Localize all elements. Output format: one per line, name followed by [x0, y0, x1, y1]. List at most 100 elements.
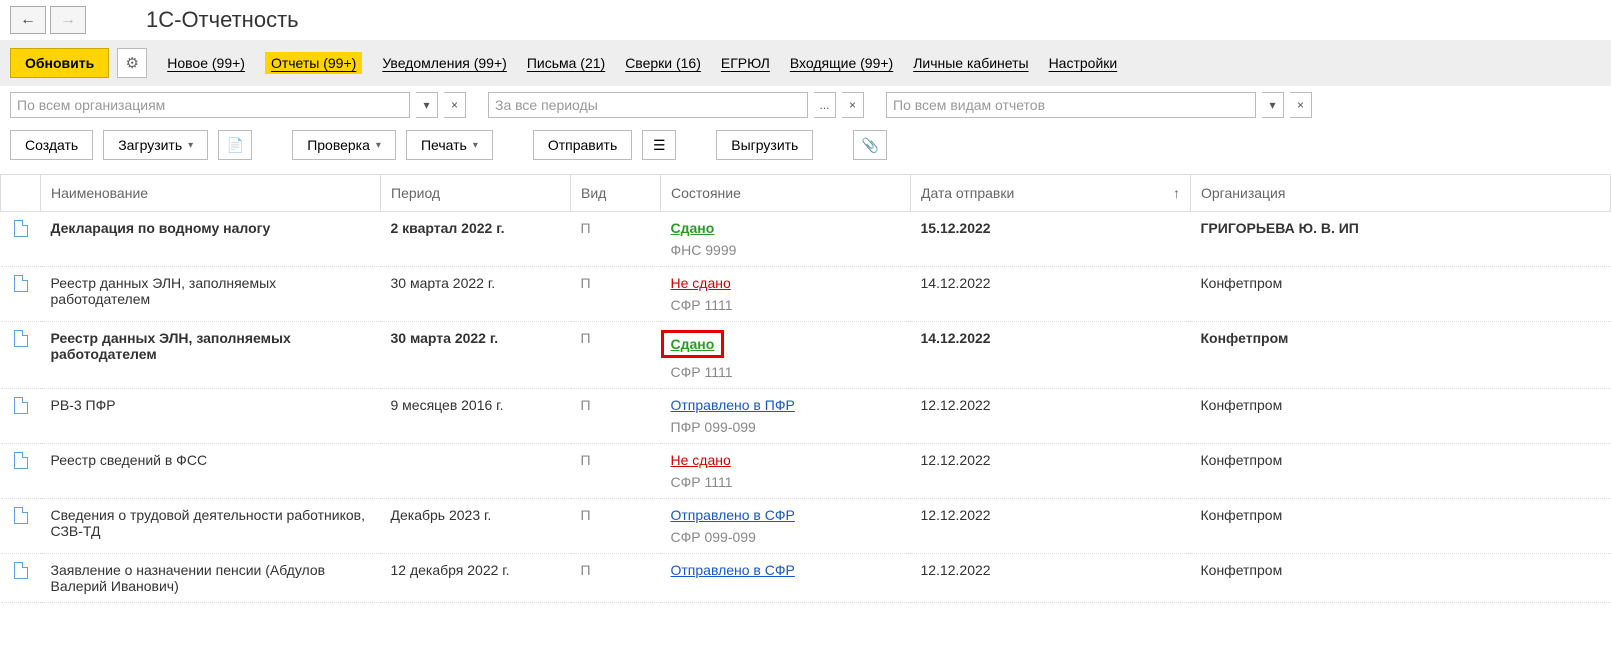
print-button[interactable]: Печать ▾ [406, 130, 493, 160]
cell-name: Заявление о назначении пенсии (Абдулов В… [41, 554, 381, 603]
gear-button[interactable]: ⚙ [117, 48, 147, 78]
cell-kind: П [571, 389, 661, 444]
tab-settings[interactable]: Настройки [1049, 55, 1118, 71]
cell-org: Конфетпром [1191, 389, 1611, 444]
cell-org: Конфетпром [1191, 444, 1611, 499]
cell-date: 12.12.2022 [911, 554, 1191, 603]
cell-name: Реестр сведений в ФСС [41, 444, 381, 499]
highlight-box: Сдано [661, 330, 725, 358]
status-link[interactable]: Сдано [671, 220, 715, 236]
filter-org-dropdown[interactable]: ▾ [416, 92, 438, 118]
back-button[interactable]: ← [10, 6, 46, 34]
status-sub: ФНС 9999 [671, 242, 901, 258]
document-icon [14, 330, 28, 347]
status-link[interactable]: Отправлено в ПФР [671, 397, 795, 413]
cell-name: Реестр данных ЭЛН, заполняемых работодат… [41, 267, 381, 322]
check-button[interactable]: Проверка ▾ [292, 130, 396, 160]
send-button[interactable]: Отправить [533, 130, 632, 160]
cell-status: Сдано СФР 1111 [661, 322, 911, 389]
col-org[interactable]: Организация [1191, 175, 1611, 212]
col-date[interactable]: Дата отправки ↑ [911, 175, 1191, 212]
document-icon [14, 275, 28, 292]
tab-incoming[interactable]: Входящие (99+) [790, 55, 893, 71]
status-sub: ПФР 099-099 [671, 419, 901, 435]
cell-status: Не сданоСФР 1111 [661, 267, 911, 322]
tab-reports[interactable]: Отчеты (99+) [265, 52, 362, 74]
status-link[interactable]: Отправлено в СФР [671, 507, 795, 523]
status-link[interactable]: Сдано [671, 336, 715, 352]
cell-org: Конфетпром [1191, 267, 1611, 322]
filter-period[interactable]: За все периоды [488, 92, 808, 118]
cell-org: Конфетпром [1191, 322, 1611, 389]
file-icon: 📄 [226, 137, 243, 154]
cell-name: Декларация по водному налогу [41, 212, 381, 267]
cell-org: Конфетпром [1191, 499, 1611, 554]
col-date-label: Дата отправки [921, 185, 1014, 201]
filter-org-clear[interactable]: × [444, 92, 466, 118]
col-status[interactable]: Состояние [661, 175, 911, 212]
table-row[interactable]: Реестр сведений в ФССПНе сданоСФР 111112… [1, 444, 1611, 499]
table-row[interactable]: Реестр данных ЭЛН, заполняемых работодат… [1, 267, 1611, 322]
refresh-button[interactable]: Обновить [10, 48, 109, 78]
table-row[interactable]: Декларация по водному налогу2 квартал 20… [1, 212, 1611, 267]
chevron-down-icon: ▾ [376, 140, 381, 151]
filter-type[interactable]: По всем видам отчетов [886, 92, 1256, 118]
sort-asc-icon: ↑ [1173, 185, 1180, 201]
cell-kind: П [571, 322, 661, 389]
cell-name: РВ-3 ПФР [41, 389, 381, 444]
status-link[interactable]: Не сдано [671, 275, 731, 291]
cell-org: Конфетпром [1191, 554, 1611, 603]
cell-status: Отправлено в ПФР ПФР 099-099 [661, 389, 911, 444]
tab-notifications[interactable]: Уведомления (99+) [382, 55, 507, 71]
col-period[interactable]: Период [381, 175, 571, 212]
tab-cabinets[interactable]: Личные кабинеты [913, 55, 1028, 71]
forward-button[interactable]: → [50, 6, 86, 34]
col-name[interactable]: Наименование [41, 175, 381, 212]
list-button[interactable]: ☰ [642, 130, 676, 160]
chevron-down-icon: ▾ [188, 140, 193, 151]
filter-type-dropdown[interactable]: ▾ [1262, 92, 1284, 118]
cell-period: 30 марта 2022 г. [381, 267, 571, 322]
filter-org[interactable]: По всем организациям [10, 92, 410, 118]
status-link[interactable]: Не сдано [671, 452, 731, 468]
cell-date: 12.12.2022 [911, 499, 1191, 554]
col-kind[interactable]: Вид [571, 175, 661, 212]
cell-date: 12.12.2022 [911, 444, 1191, 499]
cell-period: Декабрь 2023 г. [381, 499, 571, 554]
tab-new[interactable]: Новое (99+) [167, 55, 245, 71]
file-button[interactable]: 📄 [218, 130, 252, 160]
table-row[interactable]: РВ-3 ПФР9 месяцев 2016 г.ПОтправлено в П… [1, 389, 1611, 444]
tab-reconciliations[interactable]: Сверки (16) [625, 55, 701, 71]
col-icon[interactable] [1, 175, 41, 212]
paperclip-icon: 📎 [862, 137, 879, 154]
cell-date: 15.12.2022 [911, 212, 1191, 267]
tab-letters[interactable]: Письма (21) [527, 55, 605, 71]
list-icon: ☰ [653, 137, 666, 154]
cell-period: 2 квартал 2022 г. [381, 212, 571, 267]
status-link[interactable]: Отправлено в СФР [671, 562, 795, 578]
check-label: Проверка [307, 137, 370, 153]
filter-type-clear[interactable]: × [1290, 92, 1312, 118]
document-icon [14, 397, 28, 414]
filter-period-clear[interactable]: × [842, 92, 864, 118]
table-row[interactable]: Реестр данных ЭЛН, заполняемых работодат… [1, 322, 1611, 389]
tab-egrul[interactable]: ЕГРЮЛ [721, 55, 770, 71]
print-label: Печать [421, 137, 467, 153]
reports-table: Наименование Период Вид Состояние Дата о… [0, 174, 1611, 603]
load-button[interactable]: Загрузить ▾ [103, 130, 208, 160]
cell-period: 30 марта 2022 г. [381, 322, 571, 389]
cell-kind: П [571, 267, 661, 322]
status-sub: СФР 1111 [671, 474, 901, 490]
export-button[interactable]: Выгрузить [716, 130, 813, 160]
cell-status: Сдано ФНС 9999 [661, 212, 911, 267]
table-row[interactable]: Заявление о назначении пенсии (Абдулов В… [1, 554, 1611, 603]
cell-date: 14.12.2022 [911, 322, 1191, 389]
create-button[interactable]: Создать [10, 130, 93, 160]
status-sub: СФР 1111 [671, 364, 901, 380]
document-icon [14, 507, 28, 524]
document-icon [14, 220, 28, 237]
attach-button[interactable]: 📎 [853, 130, 887, 160]
cell-name: Реестр данных ЭЛН, заполняемых работодат… [41, 322, 381, 389]
table-row[interactable]: Сведения о трудовой деятельности работни… [1, 499, 1611, 554]
filter-period-ellipsis[interactable]: ... [814, 92, 836, 118]
